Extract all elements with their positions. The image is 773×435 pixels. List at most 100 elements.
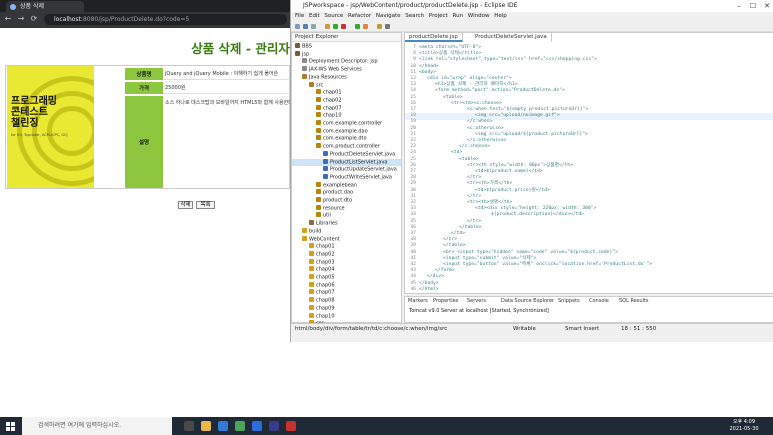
run-icon[interactable] [333,24,338,29]
tree-item[interactable]: ProductUpdateServlet.java [292,166,401,174]
tree-item[interactable]: resource [292,204,401,213]
tree-item[interactable]: product.dao [292,189,401,197]
tree-item[interactable]: chap10 [292,112,401,120]
menu-run[interactable]: Run [453,13,464,19]
tree-item[interactable]: Libraries [292,220,401,228]
tree-item[interactable]: chap08 [292,297,401,305]
tree-item[interactable]: chap02 [292,250,401,259]
run-last-icon[interactable] [355,24,360,29]
tree-item[interactable]: chap10 [292,312,401,321]
forward-icon[interactable]: → [16,14,26,24]
tree-item[interactable]: chap07 [292,104,401,113]
tree-item[interactable]: BBS [292,43,401,51]
menu-project[interactable]: Project [429,13,448,19]
menu-refactor[interactable]: Refactor [348,13,371,19]
reload-icon[interactable]: ⟳ [29,14,39,24]
task-view-icon[interactable] [184,421,194,431]
print-icon[interactable] [311,24,316,29]
back-icon[interactable]: ← [3,14,13,24]
tree-item[interactable]: chap05 [292,274,401,282]
eclipse-window: JSPworkspace - jsp/WebContent/product/pr… [290,0,773,342]
mail-icon[interactable] [252,421,262,431]
tab-productdeleteservlet-java[interactable]: ProductDeleteServlet.java [471,33,552,42]
code-text: </head> [419,63,439,69]
debug-icon[interactable] [325,24,330,29]
tree-item[interactable]: chap02 [292,96,401,105]
tree-item[interactable]: com.example.controller [292,120,401,128]
list-button[interactable]: 목록 [196,201,215,209]
tree-item[interactable]: com.product.controller [292,143,401,151]
tree-item[interactable]: JAX-WS Web Services [292,66,401,74]
new-icon[interactable] [295,24,300,29]
chrome-icon[interactable] [235,421,245,431]
external-tools-icon[interactable] [363,24,368,29]
menu-navigate[interactable]: Navigate [376,13,401,19]
tree-item[interactable]: Java Resources [292,73,401,82]
app-icon[interactable] [286,421,296,431]
tree-item[interactable]: product.dto [292,197,401,205]
tree-item-icon [316,120,321,125]
tree-item[interactable]: chap09 [292,304,401,313]
tree-item[interactable]: WebContent [292,235,401,244]
tree-item[interactable]: build [292,227,401,236]
favicon-icon [10,4,16,10]
tree-item[interactable]: Deployment Descriptor: jsp [292,58,401,66]
tree-item-icon [316,104,321,110]
tab-sql-results[interactable]: SQL Results [619,297,649,306]
tree-item[interactable]: chap01 [292,243,401,251]
tab-productdelete-jsp[interactable]: productDelete.jsp [405,33,463,42]
tab-markers[interactable]: Markers [408,297,428,306]
tree-item[interactable]: ProductDeleteServlet.java [292,150,401,159]
tree-item[interactable]: examplebean [292,181,401,190]
browser-tab[interactable]: 상품 삭제 [6,1,84,12]
save-icon[interactable] [303,24,308,29]
menu-file[interactable]: File [295,13,304,19]
delete-button[interactable]: 삭제 [178,201,193,209]
taskbar-search[interactable]: 검색하려면 여기에 입력하십시오. [22,417,172,435]
tree-item[interactable]: com.example.dto [292,135,401,143]
menu-edit[interactable]: Edit [309,13,320,19]
tab-properties[interactable]: Properties [433,297,458,306]
edge-icon[interactable] [218,421,228,431]
stop-icon[interactable] [341,24,346,29]
tree-item[interactable]: chap01 [292,89,401,97]
menu-search[interactable]: Search [405,13,424,19]
search-icon[interactable] [385,24,390,29]
tab-snippets[interactable]: Snippets [558,297,580,306]
tree-item[interactable]: chap07 [292,289,401,297]
eclipse-icon[interactable] [269,421,279,431]
tree-item[interactable]: ProductWriteServlet.java [292,173,401,182]
clock[interactable]: 오후 4:09 2021-05-30 [724,419,764,433]
tab-console[interactable]: Console [589,297,609,306]
menu-source[interactable]: Source [324,13,343,19]
close-icon[interactable]: ✕ [760,0,773,12]
tree-item[interactable]: chap06 [292,281,401,290]
code-text: </td> [451,231,466,236]
minimize-icon[interactable]: – [732,0,746,12]
tree-item[interactable]: ProductListServlet.java [292,158,401,167]
tree-item[interactable]: chap04 [292,266,401,274]
tree-item[interactable]: com.example.dao [292,127,401,136]
book-title: 프로그래밍 콘테스트 챌린징 [11,96,57,129]
tree-item-label: chap10 [323,112,342,119]
taskbar-search-input[interactable]: 검색하려면 여기에 입력하십시오. [38,422,121,429]
code-text: <link rel="stylesheet" type="text/css" h… [419,57,597,63]
tree-item-label: BBS [302,43,312,50]
menu-window[interactable]: Window [468,13,490,19]
tab-data-source-explorer[interactable]: Data Source Explorer [501,297,554,306]
start-icon[interactable] [6,422,15,431]
tree-item-icon [316,143,321,149]
file-explorer-icon[interactable] [201,421,211,431]
server-entry[interactable]: Tomcat v9.0 Server at localhost [Started… [409,308,549,314]
tree-item[interactable]: util [292,212,401,220]
code-area[interactable]: 7 <meta charset="UTF-8"> 8 <title>상품 삭제</ti… [405,43,773,295]
open-type-icon[interactable] [377,24,382,29]
tree-item[interactable]: chap03 [292,258,401,267]
menu-help[interactable]: Help [494,13,507,19]
tab-servers[interactable]: Servers [467,297,486,306]
tree-item[interactable]: src [292,81,401,90]
tree-item[interactable]: jsp [292,50,401,59]
maximize-icon[interactable]: ☐ [746,0,760,12]
menu-bar: File Edit Source Refactor Navigate Searc… [291,12,773,21]
address-bar[interactable]: localhost:8080/jsp/ProductDelete.do?code… [44,14,287,25]
